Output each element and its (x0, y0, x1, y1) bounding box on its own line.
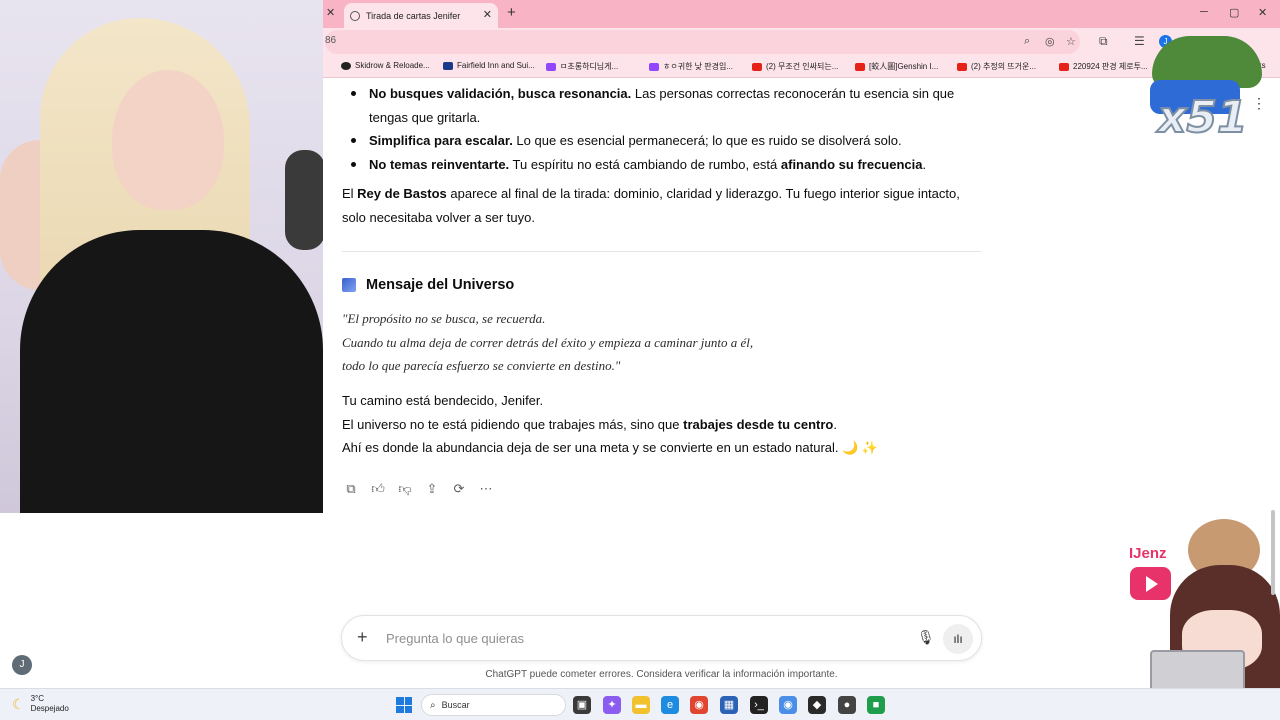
taskbar-search[interactable]: ⌕ Buscar (421, 694, 566, 716)
tab-search-icon[interactable]: ☰ (1134, 34, 1145, 48)
bookmark-item[interactable]: (2) 무조건 인싸되는... (752, 61, 838, 72)
user-avatar[interactable]: J (12, 655, 32, 675)
disclaimer-text: ChatGPT puede cometer errores. Considera… (485, 669, 838, 680)
king-paragraph: El Rey de Bastos aparece al final de la … (342, 186, 960, 225)
tab-title: Tirada de cartas Jenifer (366, 10, 461, 21)
close-icon[interactable]: ✕ (326, 6, 335, 19)
closing-line-2: El universo no te está pidiendo que trab… (342, 417, 838, 432)
list-item: Simplifica para escalar. Lo que es esenc… (345, 129, 975, 153)
list-item: No temas reinventarte. Tu espíritu no es… (345, 153, 975, 177)
maximize-icon[interactable]: ▢ (1229, 6, 1239, 19)
chat-message: No busques validación, busca resonancia.… (323, 78, 1280, 513)
prompt-input[interactable]: Pregunta lo que quieras (386, 631, 524, 646)
more-icon[interactable]: ⋯ (478, 481, 494, 497)
message-actions: ⧉ 👍︎ 👎︎ ⇪ ⟳ ⋯ (343, 481, 494, 497)
url-text: 86 (325, 35, 337, 46)
prompt-composer[interactable]: + Pregunta lo que quieras 🎙︎ ılı (341, 615, 982, 661)
store-icon[interactable]: ▦ (720, 696, 738, 714)
minimize-icon[interactable]: ─ (1200, 6, 1208, 18)
window-close-icon[interactable]: ✕ (1258, 6, 1267, 19)
streamer-name: IJenz (1129, 545, 1167, 562)
share-icon[interactable]: ⇪ (424, 481, 440, 497)
bookmark-item[interactable]: 220924 판경 제로투... (1059, 61, 1148, 72)
youtube-play-icon (1130, 567, 1171, 600)
extensions-icon[interactable]: ⧉ (1099, 34, 1108, 49)
add-attachment-icon[interactable]: + (357, 627, 368, 648)
browser-menu-icon[interactable]: ⋮ (1252, 95, 1266, 112)
bookmark-item[interactable]: [蛟人圖]Genshin I... (855, 61, 938, 72)
divider (342, 251, 981, 252)
thumbs-up-icon[interactable]: 👍︎ (370, 481, 386, 497)
chrome-profile-icon[interactable]: ◉ (779, 696, 797, 714)
temperature: 3°C (30, 694, 44, 703)
zoom-icon[interactable]: ⌕ (1024, 35, 1030, 48)
copy-icon[interactable]: ⧉ (343, 481, 359, 497)
scrollbar[interactable] (1271, 510, 1275, 595)
webcam-face (112, 70, 224, 210)
voice-mode-button[interactable]: ılı (943, 624, 973, 654)
webcam-body (20, 230, 323, 513)
closing-line-3: Ahí es donde la abundancia deja de ser u… (342, 440, 879, 455)
section-heading: Mensaje del Universo (342, 277, 514, 293)
chatgpt-favicon-icon (350, 10, 360, 21)
bookmark-item[interactable]: Skidrow & Reloade... (341, 61, 430, 70)
task-view-icon[interactable]: ▣ (573, 696, 591, 714)
star-icon[interactable]: ☆ (1066, 35, 1076, 48)
obs-icon[interactable]: ● (838, 696, 856, 714)
universe-quote: "El propósito no se busca, se recuerda. … (342, 311, 754, 373)
bookmark-item[interactable]: ㅎㅇ귀한 낮 판경임... (649, 61, 733, 72)
weather-condition: Despejado (30, 704, 69, 713)
streamer-webcam (0, 0, 323, 513)
galaxy-emoji-icon (342, 278, 356, 292)
eye-off-icon[interactable]: ◎ (1045, 35, 1055, 48)
list-item: No busques validación, busca resonancia.… (345, 82, 975, 129)
advice-list: No busques validación, busca resonancia.… (345, 82, 975, 176)
edge-icon[interactable]: e (661, 696, 679, 714)
closing-line-1: Tu camino está bendecido, Jenifer. (342, 393, 544, 408)
address-bar[interactable]: 86 ⌕ ◎ ☆ (325, 30, 1080, 54)
regenerate-icon[interactable]: ⟳ (451, 481, 467, 497)
browser-tab-active[interactable]: Tirada de cartas Jenifer ✕ (344, 3, 498, 28)
new-tab-button[interactable]: + (507, 4, 516, 21)
emote-combo-overlay: x51 (1148, 30, 1266, 148)
windows-start-icon[interactable] (396, 697, 412, 713)
emote-count: x51 (1157, 91, 1249, 144)
terminal-icon[interactable]: ›_ (750, 696, 768, 714)
windows-taskbar: ☾ 3°C Despejado ⌕ Buscar ▣ ✦ ▬ e ◉ ▦ ›_ … (0, 688, 1280, 720)
chrome-icon[interactable]: ◉ (690, 696, 708, 714)
app-green-icon[interactable]: ■ (867, 696, 885, 714)
weather-widget[interactable]: ☾ 3°C Despejado (12, 694, 69, 714)
thumbs-down-icon[interactable]: 👎︎ (397, 481, 413, 497)
webcam-microphone (285, 150, 323, 250)
bookmark-item[interactable]: ㅁ초롱하디님게... (546, 61, 618, 72)
vtuber-avatar (1150, 515, 1280, 715)
copilot-icon[interactable]: ✦ (603, 696, 621, 714)
search-icon: ⌕ (430, 699, 436, 711)
bookmark-item[interactable]: (2) 추정의 뜨거운... (957, 61, 1036, 72)
bookmark-item[interactable]: Fairfield Inn and Sui... (443, 61, 535, 70)
file-explorer-icon[interactable]: ▬ (632, 696, 650, 714)
app-icon[interactable]: ◆ (808, 696, 826, 714)
microphone-icon[interactable]: 🎙︎ (917, 629, 935, 646)
moon-icon: ☾ (12, 695, 25, 712)
tab-close-icon[interactable]: ✕ (483, 8, 492, 21)
